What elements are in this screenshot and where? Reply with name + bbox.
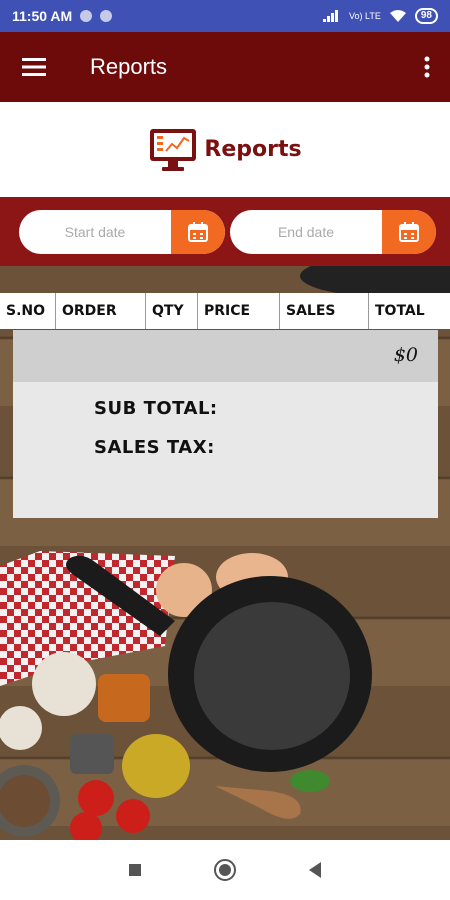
home-icon[interactable] xyxy=(213,858,237,882)
menu-icon[interactable] xyxy=(22,54,48,80)
start-date-calendar-button[interactable] xyxy=(171,210,225,254)
status-bar: 11:50 AM Vo) LTE 98 xyxy=(0,0,450,32)
app-bar: Reports xyxy=(0,32,450,102)
total-row: $0 xyxy=(13,330,438,382)
system-nav-bar xyxy=(0,840,450,900)
column-header-qty: QTY xyxy=(146,293,198,329)
calendar-icon xyxy=(399,222,419,242)
notification-icon xyxy=(80,10,93,22)
end-date-calendar-button[interactable] xyxy=(382,210,436,254)
end-date-field[interactable] xyxy=(230,210,436,254)
monitor-chart-icon xyxy=(150,128,197,171)
date-filter-bar xyxy=(0,197,450,266)
start-date-input[interactable] xyxy=(19,210,171,254)
wifi-icon xyxy=(389,10,406,22)
column-header-order: ORDER xyxy=(56,293,146,329)
sub-total-label: SUB TOTAL: xyxy=(94,398,218,419)
battery-icon: 98 xyxy=(414,8,438,24)
start-date-field[interactable] xyxy=(19,210,225,254)
sales-tax-label: SALES TAX: xyxy=(94,437,215,458)
end-date-input[interactable] xyxy=(230,210,382,254)
signal-icon xyxy=(323,10,339,22)
overflow-menu-icon[interactable] xyxy=(418,54,436,80)
reports-banner: Reports xyxy=(0,102,450,197)
notification-icon xyxy=(100,10,113,22)
column-header-total: TOTAL xyxy=(375,303,425,319)
summary-card: $0 SUB TOTAL: SALES TAX: xyxy=(13,330,438,518)
recents-icon[interactable] xyxy=(127,862,143,878)
table-header: S.NO ORDER QTY PRICE SALES TOTAL xyxy=(0,293,450,329)
column-header-sales: SALES xyxy=(280,293,369,329)
network-label: Vo) LTE xyxy=(349,11,381,21)
status-icons: Vo) LTE 98 xyxy=(323,8,438,24)
calendar-icon xyxy=(188,222,208,242)
status-time: 11:50 AM xyxy=(12,8,73,24)
total-value: $0 xyxy=(393,344,418,366)
column-header-sno: S.NO xyxy=(0,293,56,329)
column-header-price: PRICE xyxy=(198,293,280,329)
banner-title: Reports xyxy=(204,137,302,162)
back-icon[interactable] xyxy=(307,861,323,879)
app-bar-title: Reports xyxy=(90,54,168,79)
